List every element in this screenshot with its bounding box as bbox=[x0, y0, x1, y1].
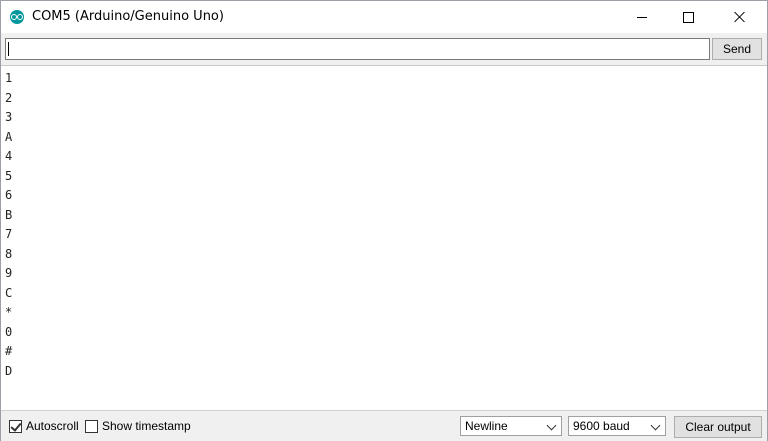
autoscroll-option[interactable]: Autoscroll bbox=[9, 419, 79, 433]
send-button[interactable]: Send bbox=[712, 38, 762, 60]
arduino-icon bbox=[10, 10, 24, 24]
chevron-down-icon bbox=[650, 420, 661, 431]
timestamp-label: Show timestamp bbox=[102, 419, 191, 433]
output-line: * bbox=[5, 305, 13, 319]
baud-rate-select[interactable]: 9600 baud bbox=[568, 416, 666, 436]
output-line: 8 bbox=[5, 246, 13, 261]
close-icon bbox=[734, 11, 746, 23]
serial-output[interactable]: 1 2 3 A 4 5 6 B 7 8 9 C * 0 # D bbox=[1, 66, 767, 410]
output-line: # bbox=[5, 344, 13, 358]
output-line: 2 bbox=[5, 90, 13, 105]
serial-monitor-window: COM5 (Arduino/Genuino Uno) Send 1 2 3 A … bbox=[0, 0, 768, 441]
minimize-icon bbox=[637, 16, 647, 18]
maximize-icon bbox=[682, 11, 694, 23]
autoscroll-label: Autoscroll bbox=[26, 419, 79, 433]
output-line: 1 bbox=[5, 71, 13, 85]
bottom-toolbar: Autoscroll Show timestamp Newline 9600 b… bbox=[1, 410, 767, 441]
serial-input[interactable] bbox=[5, 38, 710, 60]
timestamp-option[interactable]: Show timestamp bbox=[85, 419, 191, 433]
timestamp-checkbox[interactable] bbox=[85, 419, 98, 433]
output-line: 4 bbox=[5, 149, 13, 163]
clear-output-button[interactable]: Clear output bbox=[674, 416, 762, 438]
line-ending-select[interactable]: Newline bbox=[460, 416, 562, 436]
output-line: 6 bbox=[5, 188, 13, 202]
window-title: COM5 (Arduino/Genuino Uno) bbox=[32, 9, 224, 24]
output-line: A bbox=[5, 129, 13, 144]
close-button[interactable] bbox=[717, 1, 763, 33]
line-ending-value: Newline bbox=[465, 419, 508, 433]
baud-rate-value: 9600 baud bbox=[573, 419, 630, 433]
send-row: Send bbox=[1, 33, 767, 66]
maximize-button[interactable] bbox=[665, 1, 711, 33]
output-line: C bbox=[5, 285, 13, 300]
title-bar: COM5 (Arduino/Genuino Uno) bbox=[1, 1, 767, 33]
minimize-button[interactable] bbox=[619, 1, 665, 33]
output-line: D bbox=[5, 363, 13, 378]
text-caret bbox=[8, 42, 9, 56]
chevron-down-icon bbox=[546, 420, 557, 431]
output-line: 5 bbox=[5, 168, 13, 183]
output-line: 0 bbox=[5, 324, 13, 339]
output-line: 9 bbox=[5, 266, 13, 280]
output-line: B bbox=[5, 207, 13, 222]
output-line: 3 bbox=[5, 110, 13, 124]
output-line: 7 bbox=[5, 227, 13, 241]
autoscroll-checkbox[interactable] bbox=[9, 419, 22, 433]
